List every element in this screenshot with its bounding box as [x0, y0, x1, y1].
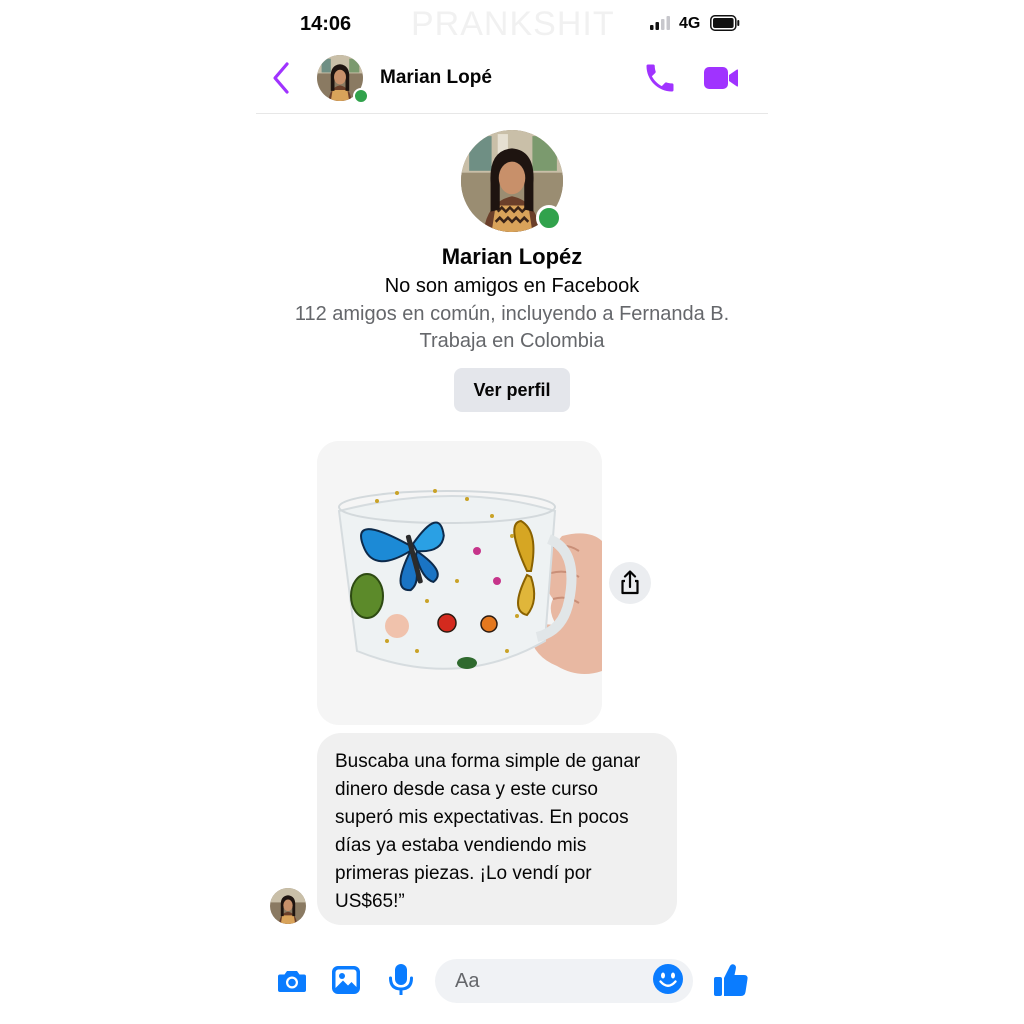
avatar-photo-small — [270, 888, 306, 924]
gallery-button[interactable] — [331, 965, 361, 995]
phone-icon — [646, 64, 674, 92]
friend-status: No son amigos en Facebook — [384, 275, 640, 297]
work-info: Trabaja en Colombia — [419, 330, 605, 352]
battery-icon — [710, 15, 740, 31]
back-arrow-icon — [273, 62, 289, 94]
thumbs-up-icon — [714, 964, 748, 996]
painted-glass-cup-image — [317, 441, 602, 725]
message-bubble[interactable]: Buscaba una forma simple de ganar dinero… — [317, 733, 677, 925]
messenger-screen: 14:06 PRANKSHIT 4G Marian Lopé Marian Lo… — [256, 0, 768, 1024]
audio-call-button[interactable] — [642, 60, 678, 96]
share-button[interactable] — [609, 562, 651, 604]
camera-button[interactable] — [276, 965, 308, 997]
status-time: 14:06 — [300, 13, 352, 35]
signal-icon — [650, 16, 670, 30]
video-call-button[interactable] — [702, 62, 740, 94]
emoji-icon — [653, 964, 683, 994]
microphone-button[interactable] — [388, 963, 414, 997]
emoji-button[interactable] — [652, 963, 684, 995]
sender-avatar[interactable] — [270, 888, 306, 924]
network-type: 4G — [679, 15, 701, 32]
mutual-friends: 112 amigos en común, incluyendo a Fernan… — [294, 303, 730, 325]
watermark: PRANKSHIT — [411, 5, 615, 43]
back-button[interactable] — [268, 58, 296, 98]
microphone-icon — [389, 964, 413, 995]
like-button[interactable] — [713, 962, 749, 998]
message-photo[interactable] — [317, 441, 602, 725]
profile-online-indicator — [536, 205, 562, 231]
online-indicator — [353, 88, 369, 104]
header-divider — [256, 113, 768, 114]
header-contact-name[interactable]: Marian Lopé — [380, 67, 492, 89]
video-icon — [704, 67, 738, 89]
camera-icon — [278, 971, 306, 992]
share-icon — [621, 570, 639, 595]
gallery-icon — [332, 966, 360, 994]
view-profile-button[interactable]: Ver perfil — [454, 368, 570, 412]
profile-name: Marian Lopéz — [441, 244, 583, 269]
